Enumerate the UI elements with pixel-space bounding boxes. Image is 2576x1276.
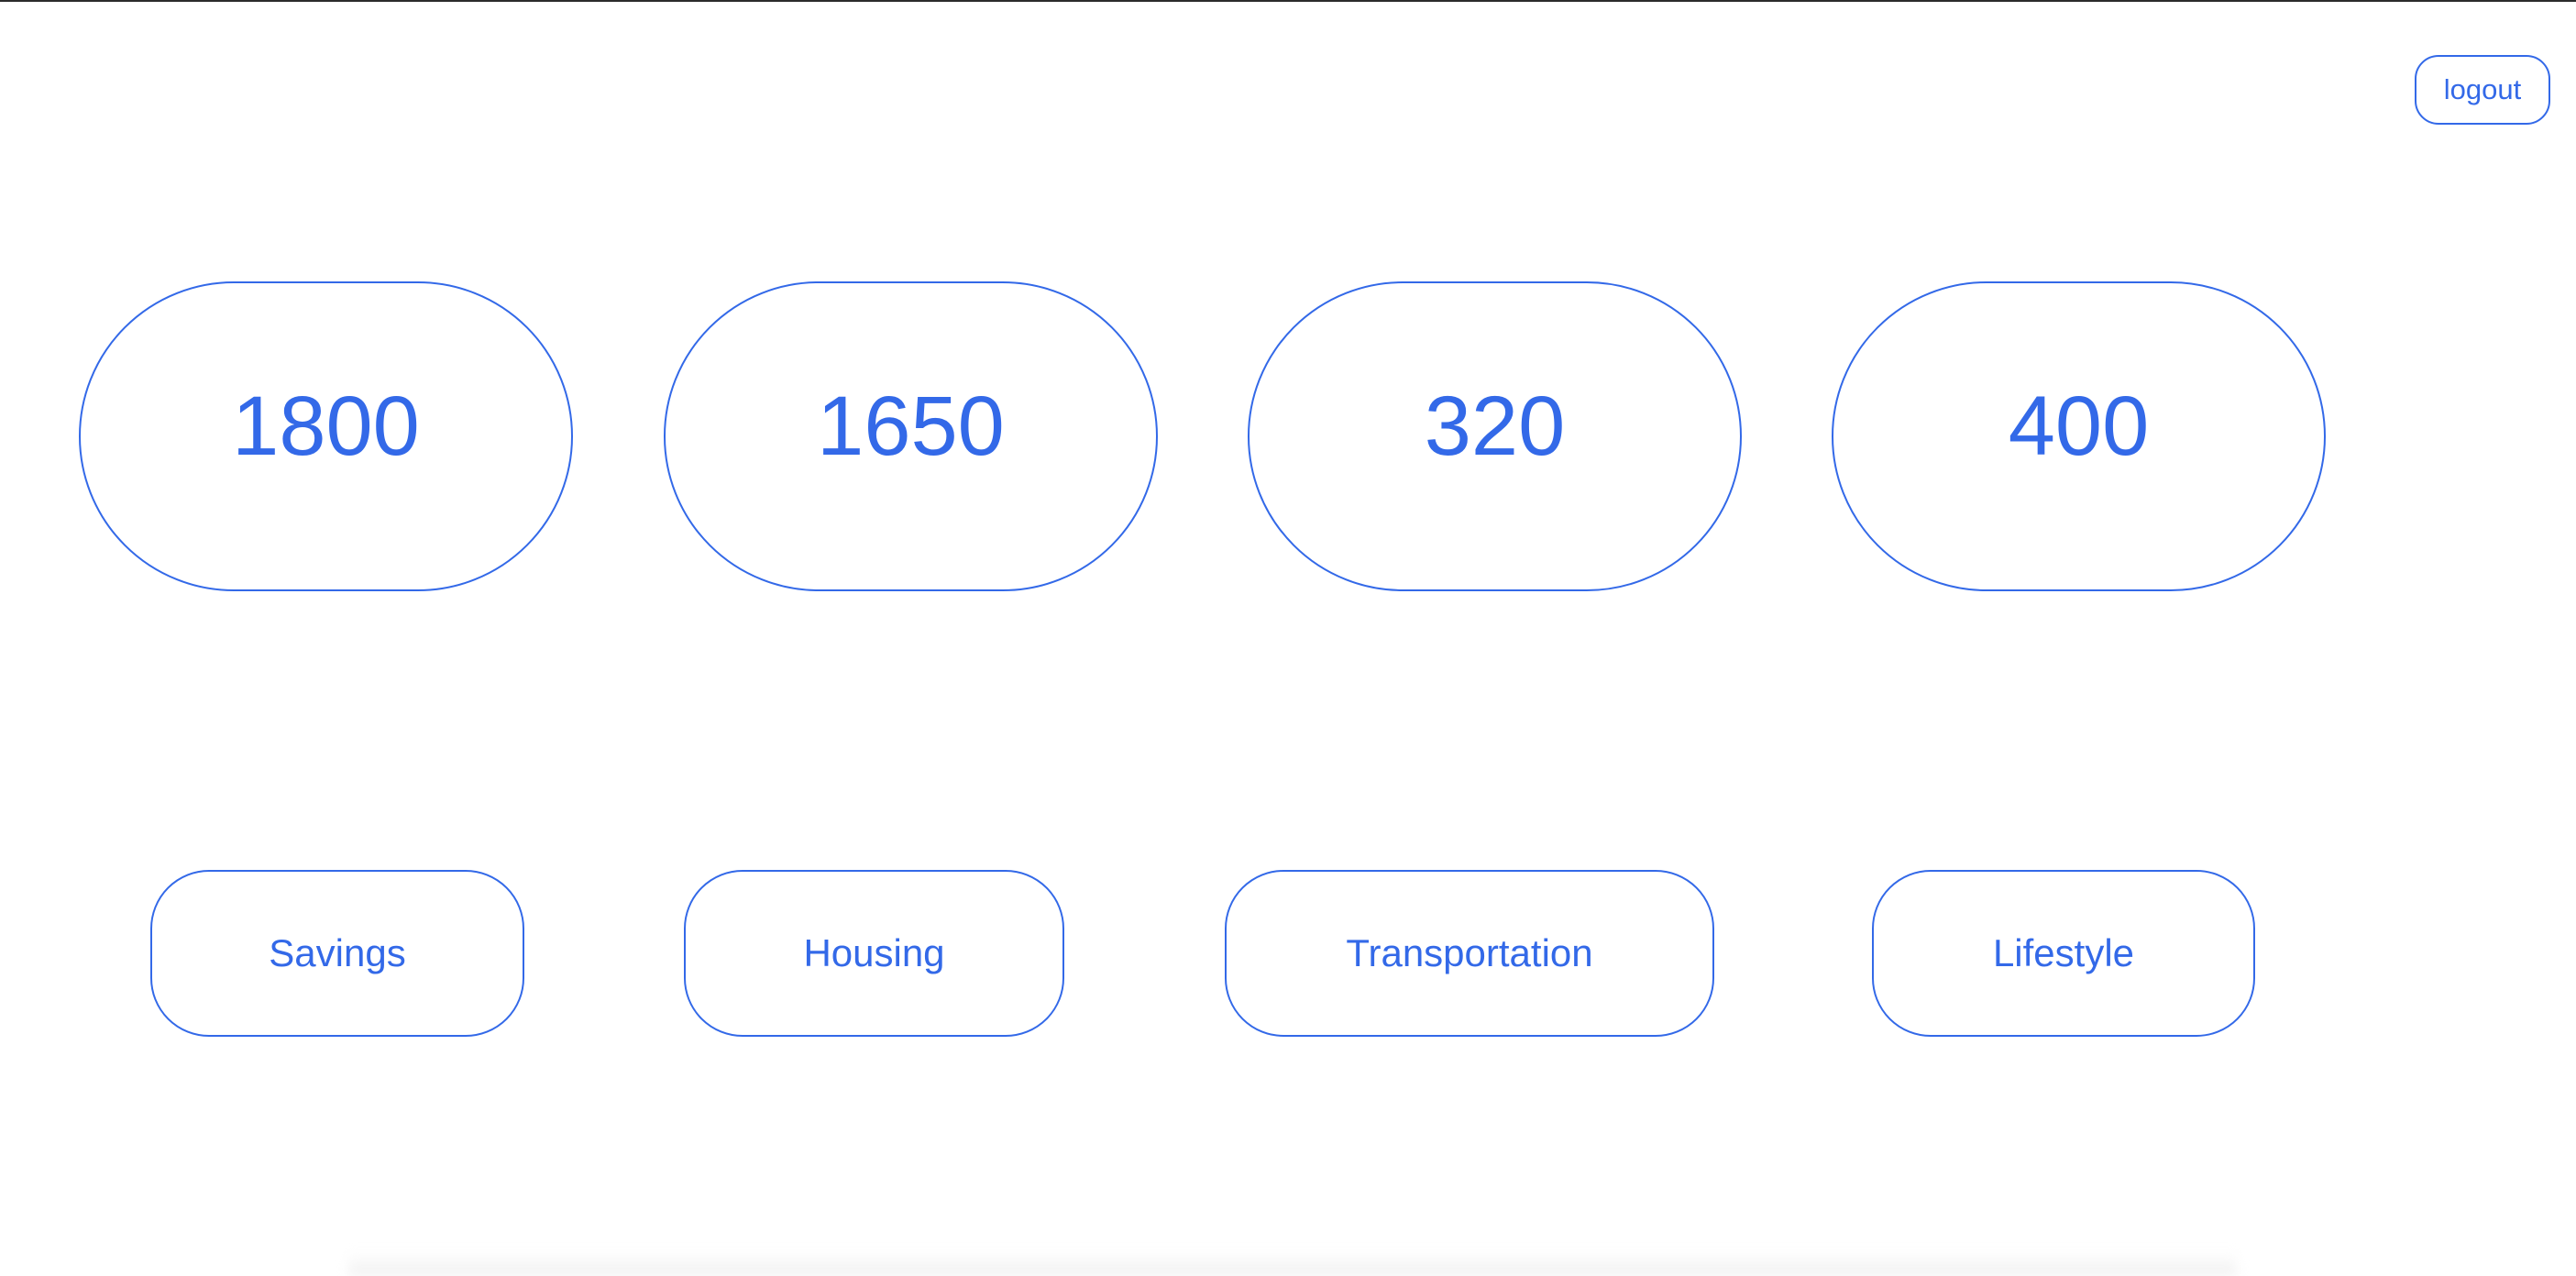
category-housing-button[interactable]: Housing xyxy=(684,870,1064,1037)
category-lifestyle-button[interactable]: Lifestyle xyxy=(1872,870,2255,1037)
category-savings-button[interactable]: Savings xyxy=(150,870,524,1037)
bottom-shadow xyxy=(348,1252,2237,1276)
budget-page: logout 1800 1650 320 400 Savings Housing… xyxy=(0,0,2576,1276)
category-transportation-button[interactable]: Transportation xyxy=(1225,870,1714,1037)
amount-housing: 1650 xyxy=(664,281,1158,591)
amount-transportation: 320 xyxy=(1248,281,1742,591)
amount-lifestyle: 400 xyxy=(1832,281,2326,591)
logout-button[interactable]: logout xyxy=(2415,55,2550,125)
amount-savings: 1800 xyxy=(79,281,573,591)
